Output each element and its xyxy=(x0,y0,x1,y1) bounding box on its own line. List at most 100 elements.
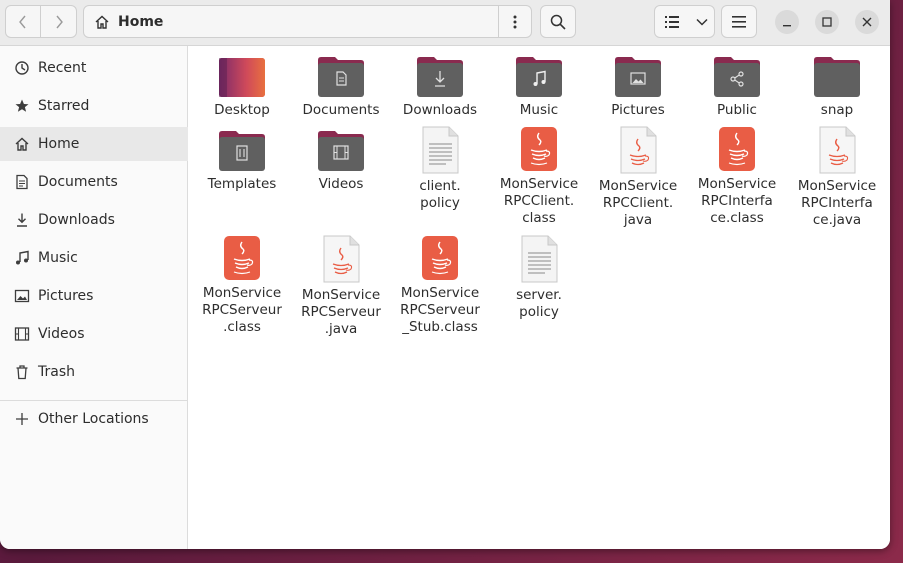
sidebar-item-music[interactable]: Music xyxy=(0,241,188,275)
java-source-icon xyxy=(819,126,856,174)
file-item-videos[interactable]: Videos xyxy=(291,130,391,193)
sidebar-item-label: Recent xyxy=(38,60,87,76)
file-item-monservicerpcserveur-class[interactable]: MonService RPCServeur .class xyxy=(192,235,292,336)
close-button[interactable] xyxy=(855,10,879,34)
maximize-button[interactable] xyxy=(815,10,839,34)
back-button[interactable] xyxy=(5,5,41,38)
location-label: Home xyxy=(118,13,164,30)
file-name: client. policy xyxy=(419,178,461,211)
file-item-templates[interactable]: Templates xyxy=(192,130,292,193)
file-item-music[interactable]: Music xyxy=(489,56,589,119)
sidebar-item-pictures[interactable]: Pictures xyxy=(0,279,188,313)
main-menu-button[interactable] xyxy=(721,5,757,38)
sidebar-item-recent[interactable]: Recent xyxy=(0,51,188,85)
file-item-snap[interactable]: snap xyxy=(787,56,887,119)
videos-folder-icon xyxy=(318,131,364,171)
clock-icon xyxy=(14,60,30,76)
plus-icon xyxy=(14,411,30,427)
sidebar-item-label: Videos xyxy=(38,326,85,342)
file-name: Desktop xyxy=(214,102,270,118)
sidebar-separator xyxy=(0,400,188,401)
sidebar-item-label: Music xyxy=(38,250,78,266)
file-item-public[interactable]: Public xyxy=(687,56,787,119)
file-name: Documents xyxy=(302,102,380,118)
java-source-icon xyxy=(620,126,657,174)
forward-button[interactable] xyxy=(41,5,77,38)
file-name: Pictures xyxy=(611,102,665,118)
sidebar-item-videos[interactable]: Videos xyxy=(0,317,188,351)
public-folder-icon xyxy=(714,57,760,97)
chevron-left-icon xyxy=(19,15,26,28)
sidebar-item-documents[interactable]: Documents xyxy=(0,165,188,199)
file-name: Videos xyxy=(318,176,364,192)
star-icon xyxy=(14,98,30,114)
file-name: MonService RPCInterfa ce.class xyxy=(697,176,777,226)
file-item-documents[interactable]: Documents xyxy=(291,56,391,119)
file-item-monservicerpcclient-java[interactable]: MonService RPCClient. java xyxy=(588,126,688,229)
file-name: server. policy xyxy=(516,287,562,320)
java-source-icon xyxy=(323,235,360,283)
java-class-icon xyxy=(521,127,557,171)
sidebar-item-home[interactable]: Home xyxy=(0,127,188,161)
sidebar-item-label: Pictures xyxy=(38,288,94,304)
sidebar-item-downloads[interactable]: Downloads xyxy=(0,203,188,237)
sidebar-item-label: Starred xyxy=(38,98,90,114)
sidebar-item-other-locations[interactable]: Other Locations xyxy=(0,402,188,436)
java-class-icon xyxy=(422,236,458,280)
file-item-monservicerpcinterface-java[interactable]: MonService RPCInterfa ce.java xyxy=(787,126,887,229)
sidebar-item-trash[interactable]: Trash xyxy=(0,355,188,389)
header-bar: Home xyxy=(0,0,890,46)
file-name: MonService RPCServeur .class xyxy=(202,285,282,335)
file-item-monservicerpcclient-class[interactable]: MonService RPCClient. class xyxy=(489,126,589,227)
minimize-icon xyxy=(783,25,791,27)
chevron-down-icon xyxy=(695,18,708,26)
file-manager-window: Home Recent Starred Home Documents Downl… xyxy=(0,0,890,549)
maximize-icon xyxy=(822,17,832,27)
file-name: MonService RPCInterfa ce.java xyxy=(797,178,877,228)
file-name: MonService RPCServeur .java xyxy=(301,287,381,337)
trash-icon xyxy=(14,364,30,380)
sidebar-item-starred[interactable]: Starred xyxy=(0,89,188,123)
file-name: snap xyxy=(820,102,854,118)
picture-icon xyxy=(14,288,30,304)
document-icon xyxy=(14,174,30,190)
file-item-downloads[interactable]: Downloads xyxy=(390,56,490,119)
home-icon xyxy=(95,15,109,29)
downloads-folder-icon xyxy=(417,57,463,97)
sidebar-item-label: Downloads xyxy=(38,212,115,228)
list-view-button[interactable] xyxy=(654,5,690,38)
java-class-icon xyxy=(719,127,755,171)
file-name: Templates xyxy=(207,176,277,192)
file-item-monservicerpcinterface-class[interactable]: MonService RPCInterfa ce.class xyxy=(687,126,787,227)
sidebar-item-label: Other Locations xyxy=(38,411,149,427)
text-file-icon xyxy=(521,235,558,283)
file-item-desktop[interactable]: Desktop xyxy=(192,56,292,119)
location-menu-button[interactable] xyxy=(498,5,532,38)
file-item-monservicerpcserveur-java[interactable]: MonService RPCServeur .java xyxy=(291,235,391,338)
list-view-icon xyxy=(665,15,679,28)
music-folder-icon xyxy=(516,57,562,97)
file-name: MonService RPCServeur _Stub.class xyxy=(400,285,480,335)
close-icon xyxy=(862,17,872,27)
file-name: Music xyxy=(519,102,559,118)
file-item-monservicerpcserveur-stub-class[interactable]: MonService RPCServeur _Stub.class xyxy=(390,235,490,336)
search-button[interactable] xyxy=(540,5,576,38)
file-name: MonService RPCClient. class xyxy=(499,176,579,226)
folder-icon xyxy=(814,57,860,97)
file-name: Downloads xyxy=(402,102,478,118)
view-options-button[interactable] xyxy=(689,5,715,38)
java-class-icon xyxy=(224,236,260,280)
home-icon xyxy=(14,136,30,152)
video-icon xyxy=(14,326,30,342)
sidebar-item-label: Trash xyxy=(38,364,75,380)
file-item-pictures[interactable]: Pictures xyxy=(588,56,688,119)
file-grid: Desktop Documents Downloads Music Pictur… xyxy=(189,46,890,549)
sidebar: Recent Starred Home Documents Downloads … xyxy=(0,46,188,549)
minimize-button[interactable] xyxy=(775,10,799,34)
hamburger-icon xyxy=(732,15,746,28)
search-icon xyxy=(550,14,566,30)
location-bar[interactable]: Home xyxy=(83,5,499,38)
file-item-client-policy[interactable]: client. policy xyxy=(390,126,490,212)
file-item-server-policy[interactable]: server. policy xyxy=(489,235,589,321)
desktop-folder-icon xyxy=(219,58,265,97)
